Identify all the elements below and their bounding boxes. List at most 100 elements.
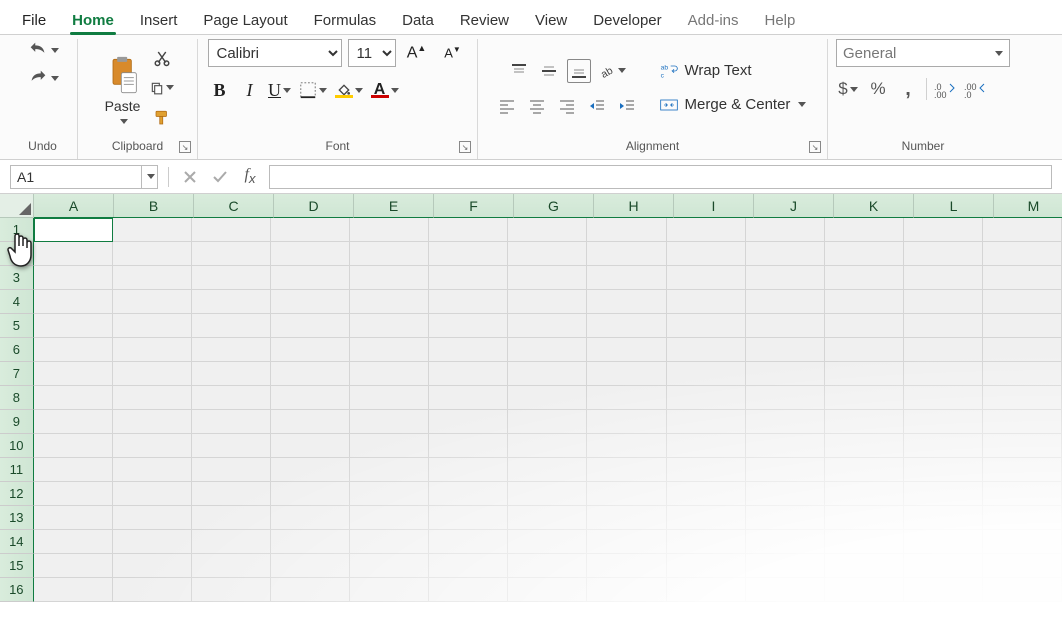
cell-F4[interactable]: [429, 290, 508, 314]
italic-button[interactable]: I: [238, 78, 262, 102]
cell-K3[interactable]: [825, 266, 904, 290]
cell-B16[interactable]: [113, 578, 192, 602]
cell-D13[interactable]: [271, 506, 350, 530]
col-header-H[interactable]: H: [594, 194, 674, 218]
cell-M12[interactable]: [983, 482, 1062, 506]
row-header-14[interactable]: 14: [0, 530, 34, 554]
tab-view[interactable]: View: [533, 9, 569, 34]
cell-E3[interactable]: [350, 266, 429, 290]
font-launcher[interactable]: ↘: [459, 141, 471, 153]
tab-addins[interactable]: Add-ins: [686, 9, 741, 34]
cell-E8[interactable]: [350, 386, 429, 410]
cell-J6[interactable]: [746, 338, 825, 362]
percent-format-button[interactable]: %: [866, 77, 890, 101]
align-center-button[interactable]: [525, 94, 549, 118]
tab-page-layout[interactable]: Page Layout: [201, 9, 289, 34]
cell-D1[interactable]: [271, 218, 350, 242]
cell-M1[interactable]: [983, 218, 1062, 242]
row-header-6[interactable]: 6: [0, 338, 34, 362]
cell-K12[interactable]: [825, 482, 904, 506]
cell-F5[interactable]: [429, 314, 508, 338]
cell-I1[interactable]: [667, 218, 746, 242]
cell-L12[interactable]: [904, 482, 983, 506]
number-format-select[interactable]: General: [836, 39, 1010, 67]
align-bottom-button[interactable]: [567, 59, 591, 83]
cell-K1[interactable]: [825, 218, 904, 242]
cell-M5[interactable]: [983, 314, 1062, 338]
cell-D9[interactable]: [271, 410, 350, 434]
cell-H13[interactable]: [587, 506, 666, 530]
cell-L13[interactable]: [904, 506, 983, 530]
row-header-10[interactable]: 10: [0, 434, 34, 458]
cell-J1[interactable]: [746, 218, 825, 242]
cell-F6[interactable]: [429, 338, 508, 362]
row-header-3[interactable]: 3: [0, 266, 34, 290]
cell-B3[interactable]: [113, 266, 192, 290]
row-header-7[interactable]: 7: [0, 362, 34, 386]
cell-J16[interactable]: [746, 578, 825, 602]
row-header-13[interactable]: 13: [0, 506, 34, 530]
cell-M4[interactable]: [983, 290, 1062, 314]
cell-F1[interactable]: [429, 218, 508, 242]
cell-G3[interactable]: [508, 266, 587, 290]
cell-F2[interactable]: [429, 242, 508, 266]
cell-D5[interactable]: [271, 314, 350, 338]
font-color-button[interactable]: A: [370, 77, 400, 103]
underline-button[interactable]: U: [268, 78, 292, 102]
cell-C5[interactable]: [192, 314, 271, 338]
cell-I3[interactable]: [667, 266, 746, 290]
cut-button[interactable]: [150, 46, 174, 70]
cell-B9[interactable]: [113, 410, 192, 434]
cell-G4[interactable]: [508, 290, 587, 314]
cell-F11[interactable]: [429, 458, 508, 482]
cell-H7[interactable]: [587, 362, 666, 386]
cell-J8[interactable]: [746, 386, 825, 410]
cell-E10[interactable]: [350, 434, 429, 458]
row-header-16[interactable]: 16: [0, 578, 34, 602]
fill-color-button[interactable]: [334, 77, 364, 103]
tab-home[interactable]: Home: [70, 9, 116, 34]
cell-L16[interactable]: [904, 578, 983, 602]
cell-L2[interactable]: [904, 242, 983, 266]
cell-G13[interactable]: [508, 506, 587, 530]
cell-E11[interactable]: [350, 458, 429, 482]
merge-center-button[interactable]: Merge & Center: [655, 93, 811, 117]
cell-H16[interactable]: [587, 578, 666, 602]
cell-J15[interactable]: [746, 554, 825, 578]
col-header-L[interactable]: L: [914, 194, 994, 218]
cell-I2[interactable]: [667, 242, 746, 266]
row-header-1[interactable]: 1: [0, 218, 34, 242]
cell-A8[interactable]: [34, 386, 113, 410]
increase-decimal-button[interactable]: .0.00: [933, 77, 957, 101]
cell-K11[interactable]: [825, 458, 904, 482]
cell-A12[interactable]: [34, 482, 113, 506]
align-left-button[interactable]: [495, 94, 519, 118]
cancel-formula-button[interactable]: [179, 166, 201, 188]
cell-B13[interactable]: [113, 506, 192, 530]
font-family-select[interactable]: Calibri: [208, 39, 342, 67]
cell-M13[interactable]: [983, 506, 1062, 530]
tab-file[interactable]: File: [20, 9, 48, 34]
cell-H4[interactable]: [587, 290, 666, 314]
cell-I13[interactable]: [667, 506, 746, 530]
cell-K10[interactable]: [825, 434, 904, 458]
row-header-4[interactable]: 4: [0, 290, 34, 314]
cell-M16[interactable]: [983, 578, 1062, 602]
cell-C15[interactable]: [192, 554, 271, 578]
cell-I4[interactable]: [667, 290, 746, 314]
cell-J11[interactable]: [746, 458, 825, 482]
col-header-E[interactable]: E: [354, 194, 434, 218]
cell-L5[interactable]: [904, 314, 983, 338]
cell-H10[interactable]: [587, 434, 666, 458]
cell-E9[interactable]: [350, 410, 429, 434]
cell-L15[interactable]: [904, 554, 983, 578]
cell-H2[interactable]: [587, 242, 666, 266]
cell-J13[interactable]: [746, 506, 825, 530]
redo-button[interactable]: [27, 67, 59, 89]
col-header-I[interactable]: I: [674, 194, 754, 218]
decrease-indent-button[interactable]: [585, 94, 609, 118]
cell-G7[interactable]: [508, 362, 587, 386]
cell-M10[interactable]: [983, 434, 1062, 458]
row-header-8[interactable]: 8: [0, 386, 34, 410]
cell-C4[interactable]: [192, 290, 271, 314]
